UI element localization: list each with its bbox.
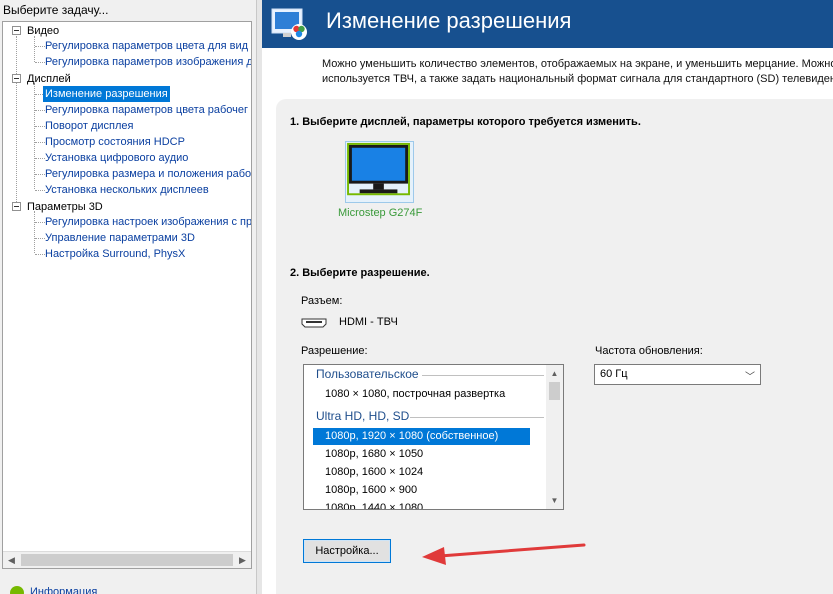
tree-item-desktop-size[interactable]: Регулировка размера и положения рабо — [43, 166, 251, 182]
task-tree[interactable]: Видео Регулировка параметров цвета для в… — [2, 21, 252, 569]
monitor-icon — [347, 142, 410, 196]
scroll-right-icon[interactable]: ▶ — [234, 552, 251, 569]
hdmi-icon — [301, 318, 327, 328]
tree-item-change-resolution[interactable]: Изменение разрешения — [43, 86, 170, 102]
list-group-hd: Ultra HD, HD, SD — [316, 409, 410, 423]
refresh-rate-label: Частота обновления: — [595, 345, 703, 357]
group-divider — [410, 417, 544, 418]
list-item[interactable]: 1080p, 1440 × 1080 — [313, 500, 423, 509]
list-item-selected[interactable]: 1080p, 1920 × 1080 (собственное) — [313, 428, 530, 445]
group-divider — [422, 375, 544, 376]
customize-button[interactable]: Настройка... — [303, 539, 391, 563]
task-pane-title: Выберите задачу... — [3, 3, 109, 17]
refresh-rate-select[interactable]: 60 Гц ﹀ — [594, 364, 761, 385]
system-info-label: Информация о системе — [30, 586, 98, 594]
tree-item-surround-physx[interactable]: Настройка Surround, PhysX — [43, 246, 187, 262]
collapse-icon[interactable] — [12, 74, 21, 83]
list-item[interactable]: 1080p, 1600 × 900 — [313, 482, 417, 499]
tree-branch-line-video — [34, 36, 35, 62]
scroll-thumb[interactable] — [549, 382, 560, 400]
display-name[interactable]: Microstep G274F — [338, 207, 422, 219]
tree-root-line — [16, 36, 17, 208]
resolution-label: Разрешение: — [301, 345, 368, 357]
tree-item-desktop-color[interactable]: Регулировка параметров цвета рабочег — [43, 102, 250, 118]
tree-item-manage-3d[interactable]: Управление параметрами 3D — [43, 230, 197, 246]
display-settings-icon — [271, 8, 307, 40]
nvidia-icon — [10, 586, 24, 594]
scroll-thumb[interactable] — [21, 554, 233, 566]
page-header: Изменение разрешения — [262, 0, 833, 48]
tree-branch-line-3d — [34, 211, 35, 253]
tree-item-video-color[interactable]: Регулировка параметров цвета для вид — [43, 38, 250, 54]
tree-item-multiple-displays[interactable]: Установка нескольких дисплеев — [43, 182, 211, 198]
scroll-left-icon[interactable]: ◀ — [3, 552, 20, 569]
scroll-down-icon[interactable]: ▼ — [546, 492, 563, 509]
task-pane: Выберите задачу... Видео Регулировка пар… — [0, 0, 256, 594]
tree-item-video-image[interactable]: Регулировка параметров изображения д — [43, 54, 251, 70]
tree-category-3d[interactable]: Параметры 3D — [25, 199, 103, 215]
tree-item-digital-audio[interactable]: Установка цифрового аудио — [43, 150, 190, 166]
tree-horizontal-scrollbar[interactable]: ◀ ▶ — [3, 551, 251, 568]
list-vertical-scrollbar[interactable]: ▲ ▼ — [546, 365, 563, 509]
refresh-rate-value: 60 Гц — [600, 368, 628, 380]
resolution-listbox[interactable]: Пользовательское 1080 × 1080, построчная… — [303, 364, 564, 510]
tree-category-video[interactable]: Видео — [25, 23, 59, 39]
page-description: Можно уменьшить количество элементов, от… — [322, 57, 833, 87]
step1-title: 1. Выберите дисплей, параметры которого … — [290, 116, 641, 128]
content-pane: Изменение разрешения Можно уменьшить кол… — [262, 0, 833, 594]
tree-item-hdcp-status[interactable]: Просмотр состояния HDCP — [43, 134, 187, 150]
page-title: Изменение разрешения — [326, 8, 572, 33]
collapse-icon[interactable] — [12, 202, 21, 211]
list-item[interactable]: 1080p, 1680 × 1050 — [313, 446, 423, 463]
description-line-2: используется ТВЧ, а также задать национа… — [322, 73, 833, 85]
display-tile[interactable] — [345, 141, 414, 203]
list-item[interactable]: 1080 × 1080, построчная развертка — [313, 386, 505, 403]
list-item[interactable]: 1080p, 1600 × 1024 — [313, 464, 423, 481]
annotation-arrow-icon — [422, 543, 586, 565]
chevron-down-icon: ﹀ — [745, 372, 755, 383]
tree-item-3d-preview[interactable]: Регулировка настроек изображения с пр — [43, 214, 251, 230]
tree-item-rotate-display[interactable]: Поворот дисплея — [43, 118, 135, 134]
step2-title: 2. Выберите разрешение. — [290, 267, 430, 279]
scroll-up-icon[interactable]: ▲ — [546, 365, 563, 382]
connector-label: Разъем: — [301, 295, 343, 307]
connector-value: HDMI - ТВЧ — [339, 316, 398, 328]
description-line-1: Можно уменьшить количество элементов, от… — [322, 58, 833, 70]
tree-category-display[interactable]: Дисплей — [25, 71, 71, 87]
settings-panel: 1. Выберите дисплей, параметры которого … — [276, 99, 833, 594]
collapse-icon[interactable] — [12, 26, 21, 35]
list-group-custom: Пользовательское — [316, 367, 419, 381]
